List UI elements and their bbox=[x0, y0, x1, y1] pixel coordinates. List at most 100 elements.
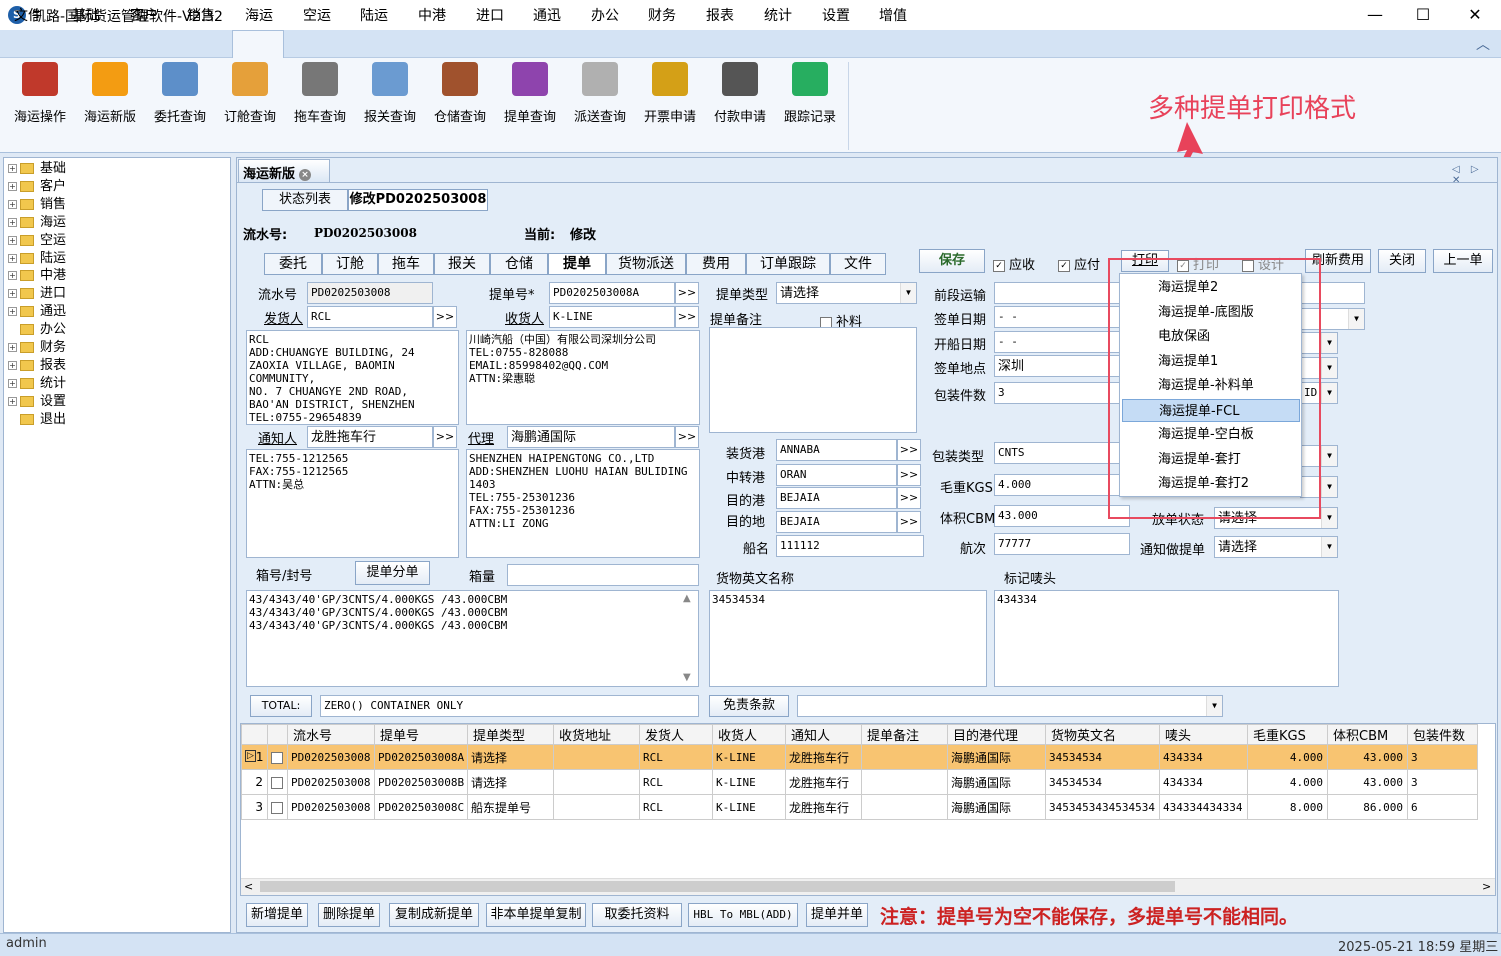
consignee-expand-button[interactable]: >> bbox=[675, 306, 699, 328]
tree-item-5[interactable]: + 陆运 bbox=[8, 250, 66, 268]
grid-cell[interactable]: 请选择 bbox=[467, 769, 554, 795]
bottom-button-1[interactable]: 删除提单 bbox=[318, 903, 380, 927]
agent-field[interactable]: 海鹏通国际 bbox=[507, 426, 675, 448]
sail-date-field[interactable]: - - bbox=[994, 331, 1124, 353]
tree-item-3[interactable]: + 海运 bbox=[8, 214, 66, 232]
menu-item-4[interactable]: 海运 bbox=[245, 5, 273, 25]
consignee-field[interactable]: K-LINE bbox=[549, 306, 675, 328]
shipper-label[interactable]: 发货人 bbox=[264, 308, 303, 327]
save-button[interactable]: 保存 bbox=[919, 249, 985, 273]
expand-icon[interactable]: + bbox=[8, 289, 17, 299]
grid-cell[interactable]: K-LINE bbox=[712, 744, 786, 770]
tree-item-7[interactable]: + 进口 bbox=[8, 285, 66, 303]
grid-cell[interactable]: RCL bbox=[639, 769, 713, 795]
grid-header-11[interactable]: 货物英文名 bbox=[1045, 724, 1160, 745]
grid-cell[interactable]: 船东提单号 bbox=[467, 794, 554, 820]
agent-label[interactable]: 代理 bbox=[468, 428, 494, 447]
bl-type-select[interactable]: 请选择 ▼ bbox=[776, 282, 917, 304]
grid-header-10[interactable]: 目的港代理 bbox=[947, 724, 1046, 745]
grid-header-7[interactable]: 收货人 bbox=[712, 724, 786, 745]
tree-item-1[interactable]: + 客户 bbox=[8, 178, 66, 196]
ribbon-button-3[interactable]: 订舱查询 bbox=[215, 62, 285, 125]
doc-tab-close-icon[interactable]: × bbox=[299, 168, 312, 181]
expand-icon[interactable]: + bbox=[8, 217, 17, 227]
grid-header-6[interactable]: 发货人 bbox=[639, 724, 713, 745]
goods-en-textarea[interactable]: 34534534 bbox=[709, 590, 987, 687]
form-tab-1[interactable]: 订舱 bbox=[322, 253, 378, 275]
grid-header-12[interactable]: 唛头 bbox=[1159, 724, 1248, 745]
scroll-up-icon[interactable]: ▲ bbox=[683, 593, 691, 604]
doc-tab-sea-new[interactable]: 海运新版 × bbox=[238, 159, 330, 182]
row-checkbox[interactable] bbox=[271, 751, 283, 764]
dest-field[interactable]: BEJAIA bbox=[776, 511, 897, 533]
grid-cell[interactable]: K-LINE bbox=[712, 794, 786, 820]
bl-no-field[interactable]: PD0202503008A bbox=[549, 282, 675, 304]
grid-cell[interactable]: PD0202503008B bbox=[374, 769, 468, 795]
grid-header-14[interactable]: 体积CBM bbox=[1327, 724, 1408, 745]
tab-nav-arrows-icon[interactable]: ◁ ▷ ✕ bbox=[1452, 164, 1501, 186]
scroll-left-icon[interactable]: < bbox=[244, 880, 253, 893]
pod-expand-button[interactable]: >> bbox=[897, 487, 921, 509]
subtab-status-list[interactable]: 状态列表 bbox=[262, 189, 348, 211]
notify-expand-button[interactable]: >> bbox=[433, 426, 457, 448]
bl-no-expand-button[interactable]: >> bbox=[675, 282, 699, 304]
vessel-field[interactable]: 111112 bbox=[776, 535, 924, 557]
expand-icon[interactable]: + bbox=[8, 360, 17, 370]
grid-cell[interactable]: 34534534 bbox=[1045, 744, 1160, 770]
grid-cell[interactable]: 434334434334 bbox=[1159, 794, 1248, 820]
menu-item-8[interactable]: 进口 bbox=[476, 5, 504, 25]
grid-cell[interactable]: 6 bbox=[1407, 794, 1478, 820]
pkg-count-field[interactable]: 3 bbox=[994, 382, 1124, 404]
menu-item-7[interactable]: 中港 bbox=[418, 5, 446, 25]
expand-icon[interactable]: + bbox=[8, 396, 17, 406]
minimize-button[interactable]: — bbox=[1352, 0, 1398, 30]
transit-expand-button[interactable]: >> bbox=[897, 464, 921, 486]
ribbon-button-5[interactable]: 报关查询 bbox=[355, 62, 425, 125]
grid-cell[interactable]: PD0202503008 bbox=[287, 769, 375, 795]
grid-header-5[interactable]: 收货地址 bbox=[553, 724, 640, 745]
tree-item-0[interactable]: + 基础 bbox=[8, 160, 66, 178]
form-tab-8[interactable]: 订单跟踪 bbox=[746, 253, 830, 275]
ribbon-button-1[interactable]: 海运新版 bbox=[75, 62, 145, 125]
total-field[interactable]: ZERO() CONTAINER ONLY bbox=[320, 695, 699, 717]
table-row[interactable]: ▷ 1 PD0202503008 PD0202503008A 请选择 RCL K-LINE 龙… bbox=[241, 744, 1478, 770]
grid-cell[interactable]: 43.000 bbox=[1327, 769, 1408, 795]
menu-item-14[interactable]: 设置 bbox=[822, 5, 850, 25]
grid-cell[interactable] bbox=[553, 769, 640, 795]
prev-button[interactable]: 上一单 bbox=[1433, 249, 1493, 273]
grid-cell[interactable]: 龙胜拖车行 bbox=[785, 744, 862, 770]
bl-note-textarea[interactable] bbox=[709, 327, 917, 433]
tree-item-13[interactable]: + 设置 bbox=[8, 393, 66, 411]
menu-item-13[interactable]: 统计 bbox=[764, 5, 792, 25]
dest-expand-button[interactable]: >> bbox=[897, 511, 921, 533]
grid-cell[interactable]: PD0202503008A bbox=[374, 744, 468, 770]
expand-icon[interactable]: + bbox=[8, 253, 17, 263]
box-qty-field[interactable] bbox=[507, 564, 699, 586]
shipper-address[interactable]: RCL ADD:CHUANGYE BUILDING, 24 ZAOXIA VIL… bbox=[246, 330, 459, 425]
maximize-button[interactable]: ☐ bbox=[1400, 0, 1446, 30]
tree-item-11[interactable]: + 报表 bbox=[8, 357, 66, 375]
row-checkbox-cell[interactable] bbox=[267, 769, 288, 795]
ribbon-button-8[interactable]: 派送查询 bbox=[565, 62, 635, 125]
container-list[interactable]: 43/4343/40'GP/3CNTS/4.000KGS /43.000CBM … bbox=[246, 590, 699, 687]
grid-cell[interactable]: 请选择 bbox=[467, 744, 554, 770]
scroll-right-icon[interactable]: > bbox=[1482, 880, 1491, 893]
row-checkbox-cell[interactable] bbox=[267, 794, 288, 820]
form-tab-2[interactable]: 拖车 bbox=[378, 253, 434, 275]
bottom-button-5[interactable]: HBL To MBL(ADD) bbox=[688, 903, 798, 927]
grid-cell[interactable]: 3453453434534534 bbox=[1045, 794, 1160, 820]
grid-cell[interactable] bbox=[861, 769, 948, 795]
pod-field[interactable]: BEJAIA bbox=[776, 487, 897, 509]
grid-cell[interactable]: 86.000 bbox=[1327, 794, 1408, 820]
shipper-expand-button[interactable]: >> bbox=[433, 306, 457, 328]
ribbon-button-11[interactable]: 跟踪记录 bbox=[775, 62, 845, 125]
grid-header-15[interactable]: 包装件数 bbox=[1407, 724, 1478, 745]
notify-address[interactable]: TEL:755-1212565 FAX:755-1212565 ATTN:吴总 bbox=[246, 449, 459, 558]
grid-cell[interactable]: K-LINE bbox=[712, 769, 786, 795]
scroll-down-icon[interactable]: ▼ bbox=[683, 672, 691, 683]
menu-item-11[interactable]: 财务 bbox=[648, 5, 676, 25]
grid-cell[interactable]: PD0202503008 bbox=[287, 744, 375, 770]
tree-item-8[interactable]: + 通迅 bbox=[8, 303, 66, 321]
form-tab-7[interactable]: 费用 bbox=[686, 253, 746, 275]
grid-header-0[interactable] bbox=[241, 724, 268, 745]
